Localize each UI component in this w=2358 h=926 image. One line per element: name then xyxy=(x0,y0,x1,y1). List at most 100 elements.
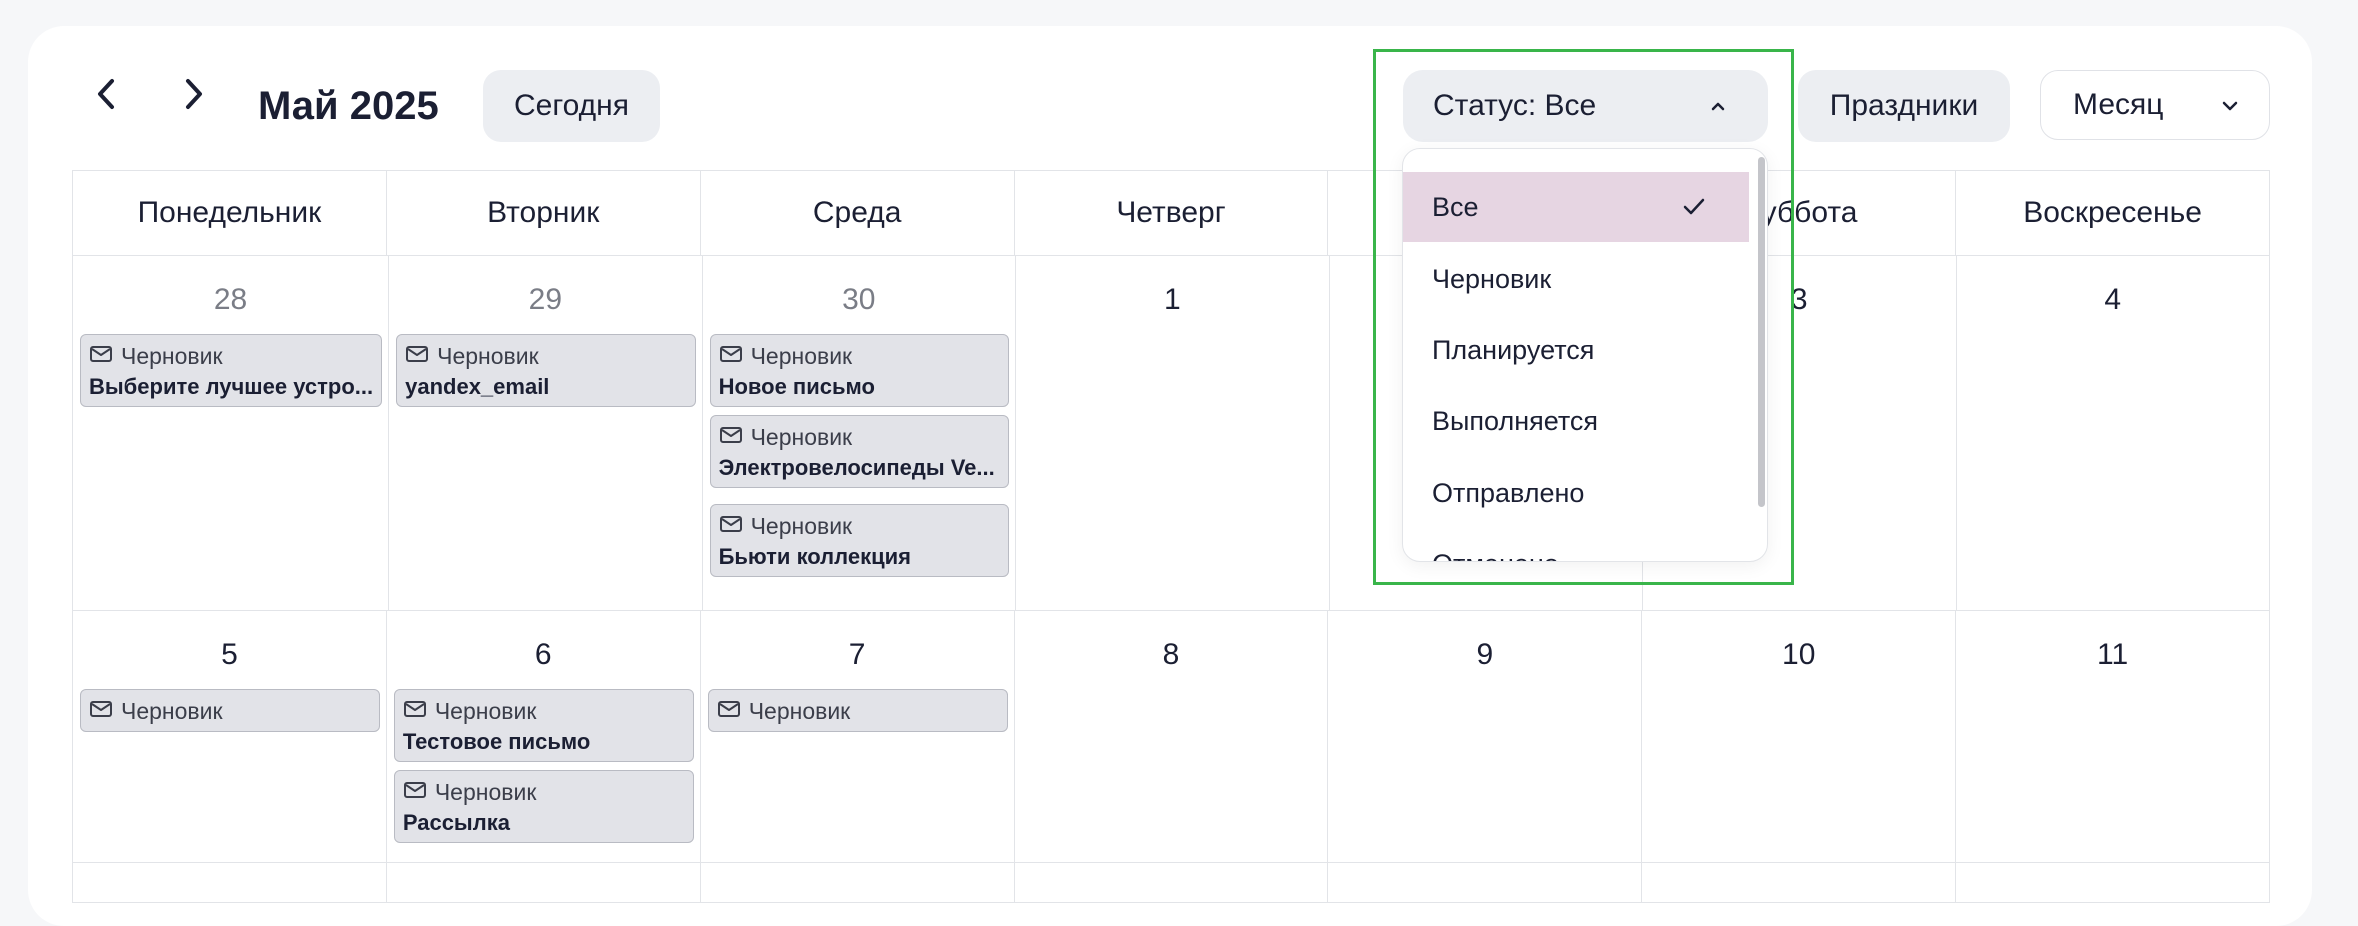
status-option-sent[interactable]: Отправлено xyxy=(1403,458,1749,528)
next-month-button[interactable] xyxy=(169,70,217,118)
today-button[interactable]: Сегодня xyxy=(483,70,660,142)
day-cell[interactable]: 9 xyxy=(1328,611,1643,863)
event-title: Новое письмо xyxy=(718,374,875,399)
status-option-cancelled[interactable]: Отменено xyxy=(1403,529,1749,562)
day-cell[interactable]: 5 Черновик xyxy=(73,611,387,863)
mail-icon xyxy=(719,343,743,370)
day-cell[interactable]: 29 Черновик yandex_email xyxy=(389,256,703,611)
day-number: 10 xyxy=(1782,638,1816,671)
event-status-row: Черновик xyxy=(403,779,685,806)
status-dropdown-menu: Все Черновик Планируется Выполняется Отп… xyxy=(1402,148,1768,562)
day-cell[interactable]: 4 xyxy=(1956,256,2270,611)
event-status-row: Черновик xyxy=(403,698,685,725)
mail-icon xyxy=(403,698,427,725)
day-cell[interactable]: 10 xyxy=(1642,611,1957,863)
day-events: Черновик Тестовое письмо Черновик Рассылка xyxy=(387,689,700,843)
event-title: Тестовое письмо xyxy=(402,729,591,754)
day-cell[interactable]: 30 Черновик Новое письмо Черновик Электровел… xyxy=(702,256,1017,611)
status-option-label: Все xyxy=(1432,191,1479,222)
mail-icon xyxy=(403,779,427,806)
day-cell[interactable]: 28 Черновик Выберите лучшее устро... xyxy=(73,256,390,611)
calendar-week xyxy=(72,863,2270,903)
day-number: 29 xyxy=(528,283,563,316)
event-card[interactable]: Черновик Бьюти коллекция xyxy=(709,504,1010,577)
mail-icon xyxy=(405,343,429,370)
day-cell[interactable]: 8 xyxy=(1014,611,1329,863)
event-card[interactable]: Черновик xyxy=(80,689,380,732)
day-cell[interactable]: 7 Черновик xyxy=(700,611,1015,863)
event-status-row: Черновик xyxy=(719,424,1000,451)
weekday-label: Четверг xyxy=(1014,171,1329,256)
day-number: 9 xyxy=(1476,638,1494,671)
day-cell[interactable] xyxy=(1956,863,2270,903)
day-cell[interactable] xyxy=(386,863,701,903)
event-card[interactable]: Черновик Рассылка xyxy=(393,770,694,843)
chevron-left-icon xyxy=(98,79,114,109)
dropdown-scrollbar[interactable] xyxy=(1758,157,1765,507)
event-status: Черновик xyxy=(437,343,539,369)
mail-icon xyxy=(719,424,743,451)
event-status: Черновик xyxy=(434,779,537,805)
event-card[interactable]: Черновик yandex_email xyxy=(396,334,696,407)
view-mode-select[interactable]: Месяц xyxy=(2040,70,2270,140)
prev-month-button[interactable] xyxy=(83,70,131,118)
weekday-label: Среда xyxy=(700,171,1015,256)
status-option-label: Черновик xyxy=(1432,263,1552,294)
holidays-button[interactable]: Праздники xyxy=(1798,70,2010,142)
event-status-row: Черновик xyxy=(89,343,373,370)
status-option-all[interactable]: Все xyxy=(1403,172,1749,242)
event-card[interactable]: Черновик Электровелосипеды Ve... xyxy=(709,415,1010,488)
event-status-row: Черновик xyxy=(89,698,371,725)
day-number: 1 xyxy=(1163,283,1181,316)
event-title: Электровелосипеды Ve... xyxy=(718,455,995,480)
day-number: 11 xyxy=(2096,638,2129,671)
event-card[interactable]: Черновик xyxy=(707,689,1008,732)
day-cell[interactable]: 6 Черновик Тестовое письмо Черновик Рассылка xyxy=(386,611,701,863)
chevron-right-icon xyxy=(186,79,202,109)
status-option-in-progress[interactable]: Выполняется xyxy=(1403,386,1749,456)
day-events: Черновик Выберите лучшее устро... xyxy=(73,334,388,407)
day-number: 8 xyxy=(1162,638,1180,671)
day-events: Черновик Новое письмо Черновик Электровелос… xyxy=(703,334,1015,577)
event-status: Черновик xyxy=(121,343,223,369)
day-cell[interactable] xyxy=(1642,863,1957,903)
day-number: 7 xyxy=(848,638,866,671)
chevron-down-icon xyxy=(2222,101,2238,111)
event-status-row: Черновик xyxy=(719,513,1000,540)
event-status: Черновик xyxy=(750,343,853,369)
weekday-label: Вторник xyxy=(386,171,701,256)
mail-icon xyxy=(89,343,113,370)
day-cell[interactable]: 1 xyxy=(1016,256,1330,611)
status-option-planned[interactable]: Планируется xyxy=(1403,315,1749,385)
calendar-week: 5 Черновик 6 Черновик Тестовое письмо Чернови… xyxy=(72,611,2270,863)
weekday-label: Понедельник xyxy=(73,171,387,256)
event-status-row: Черновик xyxy=(719,343,1000,370)
day-events: Черновик xyxy=(73,689,386,732)
status-option-draft[interactable]: Черновик xyxy=(1403,244,1749,314)
day-cell[interactable] xyxy=(73,863,387,903)
day-cell[interactable] xyxy=(700,863,1015,903)
event-status-row: Черновик xyxy=(405,343,686,370)
day-cell[interactable] xyxy=(1328,863,1643,903)
day-number: 28 xyxy=(213,283,248,316)
event-card[interactable]: Черновик Новое письмо xyxy=(709,334,1010,407)
event-title: Выберите лучшее устро... xyxy=(89,374,374,399)
day-events: Черновик yandex_email xyxy=(389,334,701,407)
view-mode-label: Месяц xyxy=(2073,88,2164,121)
month-title: Май 2025 xyxy=(258,84,439,128)
day-number: 30 xyxy=(842,283,876,316)
day-cell[interactable] xyxy=(1014,863,1329,903)
calendar-grid: Понедельник Вторник Среда Четверг Пятниц… xyxy=(72,170,2270,903)
status-filter-label: Статус: Все xyxy=(1433,89,1597,122)
event-status-row: Черновик xyxy=(717,698,999,725)
event-title: yandex_email xyxy=(405,374,550,399)
mail-icon xyxy=(719,513,743,540)
checkmark-icon xyxy=(1683,198,1705,215)
status-filter-select[interactable]: Статус: Все xyxy=(1403,70,1768,142)
event-card[interactable]: Черновик Выберите лучшее устро... xyxy=(80,334,383,407)
day-cell[interactable]: 11 xyxy=(1956,611,2270,863)
mail-icon xyxy=(717,698,741,725)
weekday-label: Воскресенье xyxy=(1956,171,2270,256)
event-card[interactable]: Черновик Тестовое письмо xyxy=(393,689,694,762)
day-number: 4 xyxy=(2104,283,2122,316)
